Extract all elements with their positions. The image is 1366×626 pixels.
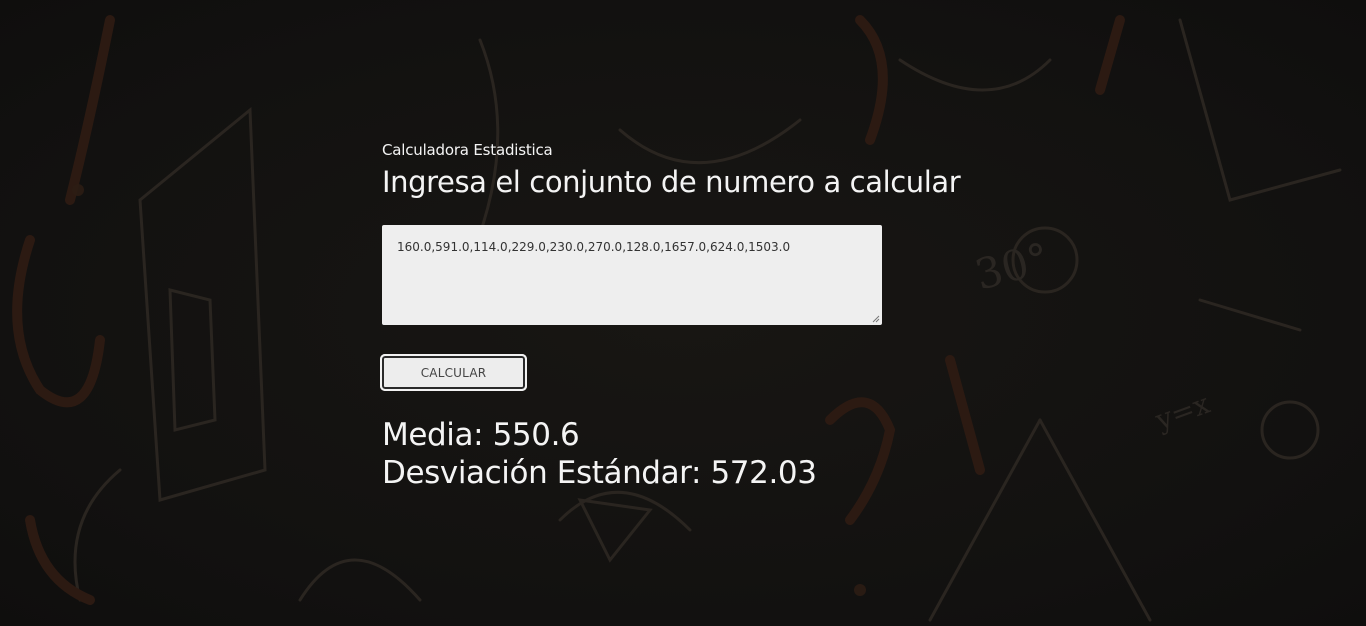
mean-result: Media: 550.6 — [382, 417, 580, 453]
svg-text:y=x: y=x — [1150, 387, 1214, 437]
page-title: Ingresa el conjunto de numero a calcular — [382, 165, 961, 199]
calculate-button[interactable]: CALCULAR — [380, 354, 527, 391]
calculator-panel: Calculadora Estadistica Ingresa el conju… — [380, 141, 1002, 492]
app-subtitle: Calculadora Estadistica — [382, 141, 553, 159]
std-deviation-result: Desviación Estándar: 572.03 — [382, 455, 817, 491]
numbers-input[interactable]: 160.0,591.0,114.0,229.0,230.0,270.0,128.… — [382, 225, 882, 325]
results-panel: Media: 550.6 Desviación Estándar: 572.03 — [382, 416, 1002, 492]
numbers-input-wrapper: 160.0,591.0,114.0,229.0,230.0,270.0,128.… — [382, 225, 882, 325]
resize-handle-icon[interactable] — [872, 315, 880, 323]
